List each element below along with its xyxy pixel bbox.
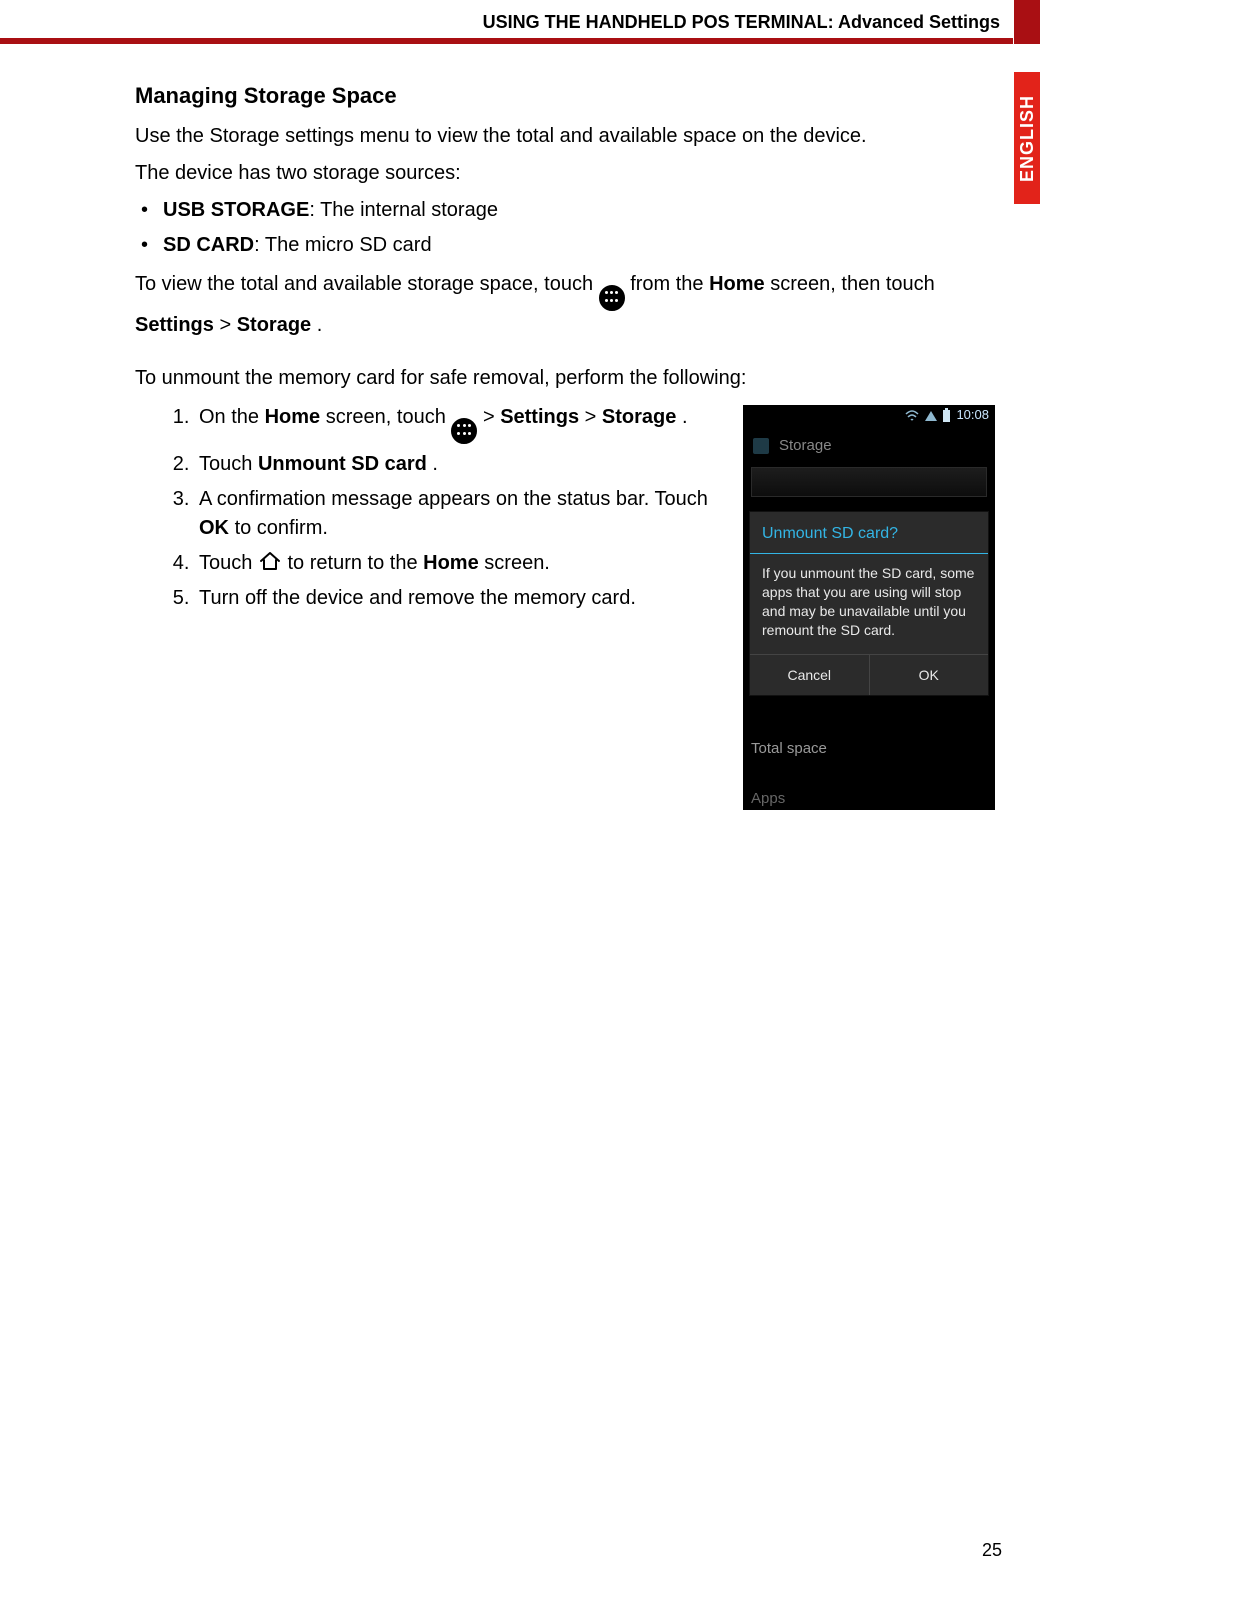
text: > (585, 406, 602, 428)
list-item-rest: : The micro SD card (254, 234, 431, 256)
text-bold: Settings (500, 406, 579, 428)
list-item: USB STORAGE: The internal storage (135, 196, 995, 225)
text-bold: Storage (602, 406, 676, 428)
total-space-label: Total space (751, 738, 987, 760)
intro-line-2: The device has two storage sources: (135, 159, 995, 188)
language-tab: ENGLISH (1014, 72, 1040, 204)
step-2: Touch Unmount SD card . (195, 450, 719, 479)
text: > (219, 314, 236, 336)
text-bold: OK (199, 517, 229, 539)
screenshot-bar (751, 467, 987, 497)
statusbar: 10:08 (743, 405, 995, 427)
page-number: 25 (982, 1540, 1002, 1561)
list-item-rest: : The internal storage (309, 199, 498, 221)
storage-icon (753, 438, 769, 454)
text-bold: Home (265, 406, 321, 428)
screenshot-header: Storage (743, 427, 995, 467)
step-4: Touch to return to the Home screen. (195, 549, 719, 578)
text-bold: Storage (237, 314, 311, 336)
ok-button[interactable]: OK (869, 655, 989, 695)
text-bold: Settings (135, 314, 214, 336)
page-header-title: USING THE HANDHELD POS TERMINAL: Advance… (0, 12, 1008, 33)
list-item-bold: USB STORAGE (163, 199, 309, 221)
step-5: Turn off the device and remove the memor… (195, 584, 719, 613)
step-1: On the Home screen, touch > Settings > S… (195, 403, 719, 444)
text: Touch (199, 552, 258, 574)
text: . (317, 314, 323, 336)
intro-line-1: Use the Storage settings menu to view th… (135, 122, 995, 151)
text-bold: Home (423, 552, 479, 574)
text: . (432, 453, 438, 475)
text: On the (199, 406, 265, 428)
view-storage-para: To view the total and available storage … (135, 270, 995, 340)
header-corner-accent (1014, 0, 1040, 44)
home-icon (258, 551, 282, 571)
screenshot-header-title: Storage (779, 435, 832, 457)
device-screenshot: 10:08 Storage Unmount SD card? If you un… (743, 405, 995, 810)
text: A confirmation message appears on the st… (199, 488, 708, 510)
text: Touch (199, 453, 258, 475)
text-bold: Unmount SD card (258, 453, 427, 475)
text: to confirm. (235, 517, 328, 539)
list-item: SD CARD: The micro SD card (135, 231, 995, 260)
text: screen, touch (326, 406, 452, 428)
dialog-title: Unmount SD card? (750, 512, 988, 554)
apps-icon (599, 285, 625, 311)
wifi-icon (905, 410, 919, 422)
header-rule (0, 38, 1013, 44)
text-bold: Home (709, 273, 765, 295)
unmount-intro-para: To unmount the memory card for safe remo… (135, 364, 995, 393)
language-tab-label: ENGLISH (1017, 94, 1038, 181)
storage-sources-list: USB STORAGE: The internal storage SD CAR… (135, 196, 995, 260)
text: . (682, 406, 688, 428)
text: screen, then touch (770, 273, 935, 295)
text: from the (630, 273, 709, 295)
text: > (483, 406, 500, 428)
apps-label: Apps (751, 788, 987, 810)
list-item-bold: SD CARD (163, 234, 254, 256)
step-3: A confirmation message appears on the st… (195, 485, 719, 543)
cancel-button[interactable]: Cancel (750, 655, 869, 695)
battery-icon (943, 410, 950, 422)
unmount-dialog: Unmount SD card? If you unmount the SD c… (749, 511, 989, 696)
signal-icon (925, 411, 937, 421)
text: To view the total and available storage … (135, 273, 599, 295)
section-heading: Managing Storage Space (135, 80, 995, 112)
statusbar-time: 10:08 (956, 406, 989, 425)
text: to return to the (288, 552, 424, 574)
dialog-message: If you unmount the SD card, some apps th… (750, 554, 988, 654)
unmount-steps-list: On the Home screen, touch > Settings > S… (135, 401, 719, 619)
apps-icon (451, 418, 477, 444)
text: screen. (484, 552, 550, 574)
total-space-sub (751, 762, 987, 778)
